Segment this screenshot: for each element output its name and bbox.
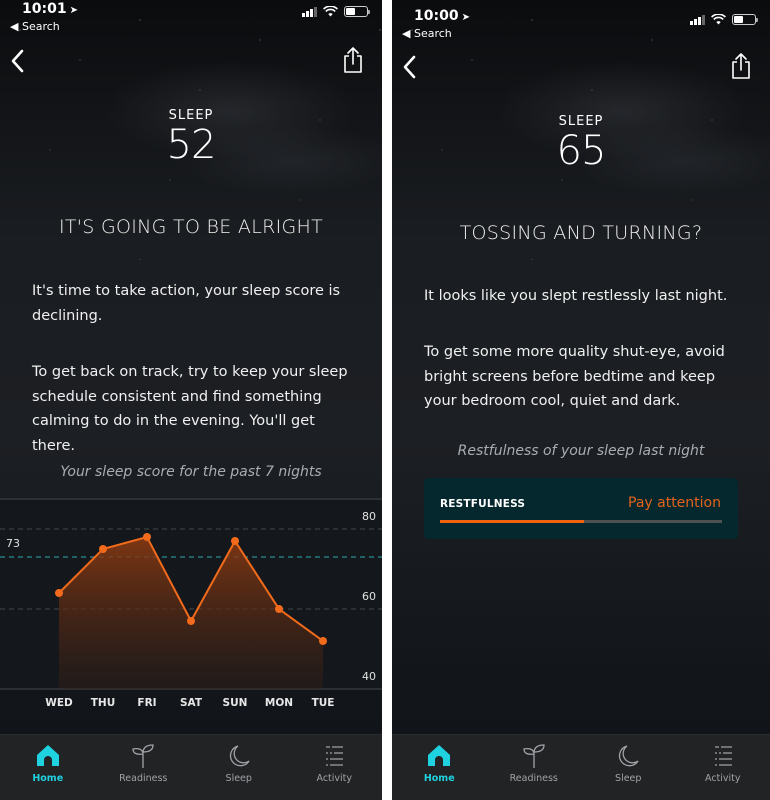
restfulness-card[interactable]: RESTFULNESS Pay attention xyxy=(424,478,738,539)
headline: IT'S GOING TO BE ALRIGHT xyxy=(58,216,324,238)
moon-icon xyxy=(229,745,250,767)
advice-paragraph: To get back on track, try to keep your s… xyxy=(32,364,348,454)
battery-icon xyxy=(732,14,758,25)
headline: TOSSING AND TURNING? xyxy=(459,222,703,244)
tab-readiness[interactable]: Readiness xyxy=(487,735,582,800)
restfulness-caption: Restfulness of your sleep last night xyxy=(457,443,705,459)
score-label: SLEEP xyxy=(558,114,604,129)
tab-label: Home xyxy=(423,773,455,784)
chevron-left-icon xyxy=(403,55,416,79)
tab-sleep[interactable]: Sleep xyxy=(581,735,676,800)
data-point xyxy=(187,617,195,625)
share-icon xyxy=(344,47,362,73)
restfulness-progress-fill xyxy=(440,520,584,523)
message-paragraph: It's time to take action, your sleep sco… xyxy=(32,283,341,324)
back-button[interactable] xyxy=(8,48,28,74)
back-to-search-link[interactable]: ◀ Search xyxy=(402,27,452,40)
x-tick-label: THU xyxy=(91,697,115,709)
tab-label: Activity xyxy=(316,773,353,784)
x-tick-label: SAT xyxy=(180,697,203,709)
cellular-signal-icon xyxy=(302,6,317,17)
chart-caption: Your sleep score for the past 7 nights xyxy=(60,464,322,480)
x-tick-label: MON xyxy=(265,697,293,709)
y-tick-label: 80 xyxy=(362,510,376,523)
activity-list-icon xyxy=(714,746,732,766)
moon-icon xyxy=(619,745,639,767)
x-tick-label: TUE xyxy=(312,697,335,709)
sleep-screen-right: 10:00 ➤ ◀ Search SLEEP 65 TOSSING AND TUR… xyxy=(392,0,770,800)
tab-home[interactable]: Home xyxy=(0,735,96,800)
status-bar: 10:01 ➤ ◀ Search xyxy=(0,0,382,40)
home-icon xyxy=(428,745,451,766)
data-point xyxy=(55,589,63,597)
sleep-score: 52 xyxy=(166,122,217,168)
share-button[interactable] xyxy=(730,52,752,80)
tab-bar: Home Readiness Sleep Activity xyxy=(0,734,382,800)
location-arrow-icon: ➤ xyxy=(461,12,470,23)
sprout-icon xyxy=(132,744,154,768)
share-button[interactable] xyxy=(342,46,364,74)
battery-icon xyxy=(344,6,370,17)
tab-label: Readiness xyxy=(119,773,168,784)
data-point xyxy=(275,605,283,613)
tab-activity[interactable]: Activity xyxy=(287,735,383,800)
x-tick-label: WED xyxy=(45,697,73,709)
x-tick-label: SUN xyxy=(223,697,248,709)
restfulness-label: RESTFULNESS xyxy=(440,498,526,510)
tab-label: Readiness xyxy=(509,773,558,784)
back-to-search-link[interactable]: ◀ Search xyxy=(10,20,60,33)
activity-list-icon xyxy=(326,746,344,766)
cellular-signal-icon xyxy=(690,14,705,25)
data-point xyxy=(319,637,327,645)
wifi-icon xyxy=(711,14,726,25)
tab-label: Sleep xyxy=(225,773,252,784)
restfulness-progress-bar xyxy=(440,520,722,523)
sleep-score-chart: 80 60 40 WED THU FRI SAT SUN MON TUE 73 xyxy=(0,498,382,709)
tab-sleep[interactable]: Sleep xyxy=(191,735,287,800)
data-point xyxy=(99,545,107,553)
wifi-icon xyxy=(323,6,338,17)
data-point xyxy=(231,537,239,545)
message-paragraph: It looks like you slept restlessly last … xyxy=(424,288,728,304)
data-point xyxy=(143,533,151,541)
advice-paragraph: To get some more quality shut-eye, avoid… xyxy=(424,344,725,409)
back-button[interactable] xyxy=(400,54,420,80)
home-icon xyxy=(36,745,59,766)
clock: 10:01 ➤ xyxy=(22,1,78,17)
restfulness-status: Pay attention xyxy=(628,495,721,511)
clock: 10:00 ➤ xyxy=(414,8,470,24)
sleep-score: 65 xyxy=(556,128,607,174)
tab-label: Home xyxy=(32,773,64,784)
status-bar: 10:00 ➤ ◀ Search xyxy=(392,0,770,40)
tab-readiness[interactable]: Readiness xyxy=(96,735,192,800)
share-icon xyxy=(732,53,750,79)
y-tick-label: 40 xyxy=(362,670,376,683)
tab-home[interactable]: Home xyxy=(392,735,487,800)
location-arrow-icon: ➤ xyxy=(69,5,78,16)
sleep-screen-left: 10:01 ➤ ◀ Search SLEEP 52 IT'S GOING TO B… xyxy=(0,0,382,800)
tab-label: Sleep xyxy=(615,773,642,784)
y-tick-label: 60 xyxy=(362,590,376,603)
chevron-left-icon xyxy=(11,49,24,73)
score-label: SLEEP xyxy=(168,108,214,123)
x-tick-label: FRI xyxy=(137,697,156,709)
sprout-icon xyxy=(523,744,545,768)
tab-label: Activity xyxy=(704,773,741,784)
tab-activity[interactable]: Activity xyxy=(676,735,770,800)
tab-bar: Home Readiness Sleep Activity xyxy=(392,734,770,800)
average-label: 73 xyxy=(6,537,20,550)
